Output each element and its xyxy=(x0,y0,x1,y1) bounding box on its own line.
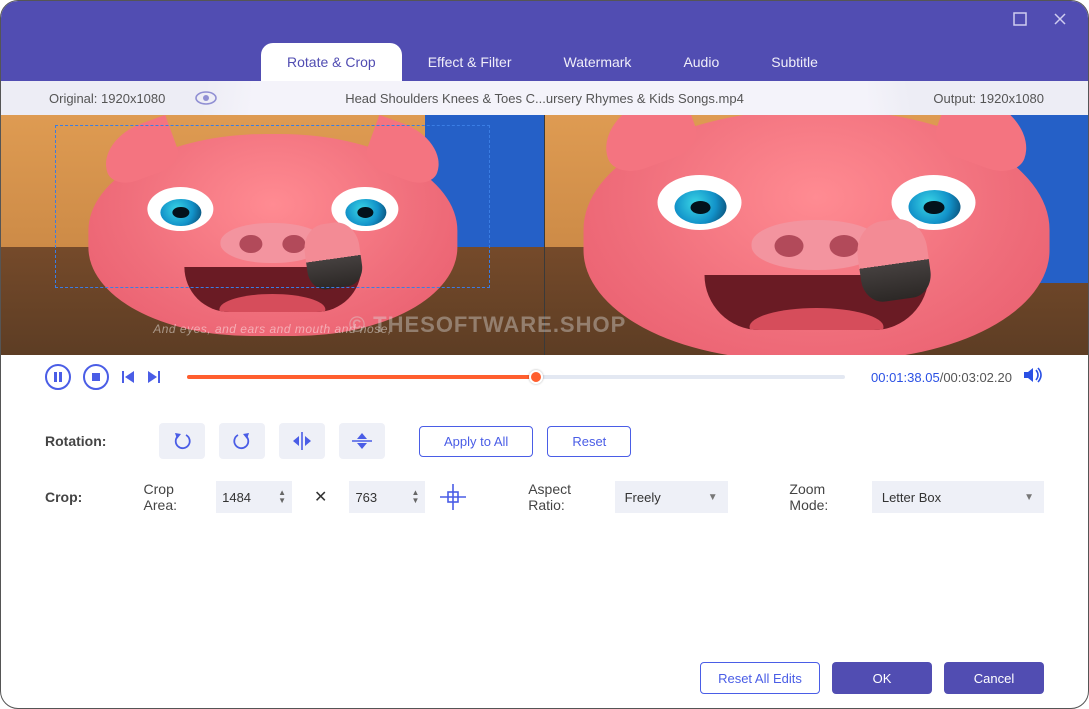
info-output: Output: 1920x1080 xyxy=(868,81,1088,115)
crop-height-field[interactable] xyxy=(349,481,409,513)
crop-row: Crop: Crop Area: ▲▼ ✕ ▲▼ Aspect Ratio: F… xyxy=(45,481,1044,513)
crop-width-input[interactable]: ▲▼ xyxy=(216,481,292,513)
pause-button[interactable] xyxy=(45,364,71,390)
timeline-slider[interactable] xyxy=(187,375,845,379)
tab-watermark[interactable]: Watermark xyxy=(538,43,658,81)
reset-rotation-button[interactable]: Reset xyxy=(547,426,631,457)
output-preview[interactable] xyxy=(545,115,1088,355)
video-editor-dialog: Rotate & Crop Effect & Filter Watermark … xyxy=(0,0,1089,709)
time-display: 00:01:38.05/00:03:02.20 xyxy=(871,370,1012,385)
rotate-right-button[interactable] xyxy=(219,423,265,459)
prev-frame-button[interactable] xyxy=(121,370,135,384)
tab-subtitle[interactable]: Subtitle xyxy=(745,43,844,81)
minimize-button[interactable] xyxy=(1012,11,1028,27)
ok-button[interactable]: OK xyxy=(832,662,932,694)
output-size-label: Output: 1920x1080 xyxy=(933,91,1044,106)
rotation-label: Rotation: xyxy=(45,433,145,449)
times-icon: ✕ xyxy=(314,487,327,507)
zoom-mode-select[interactable]: Letter Box ▼ xyxy=(872,481,1044,513)
preview-area: And eyes, and ears and mouth and nose, ©… xyxy=(1,115,1088,355)
tabs: Rotate & Crop Effect & Filter Watermark … xyxy=(1,37,1088,81)
zoom-mode-value: Letter Box xyxy=(882,490,941,505)
crop-area-label: Crop Area: xyxy=(144,481,201,513)
chevron-down-icon: ▼ xyxy=(1024,492,1034,503)
info-bar: Original: 1920x1080 Head Shoulders Knees… xyxy=(1,81,1088,115)
preview-compare-icon[interactable] xyxy=(195,91,217,105)
tab-audio[interactable]: Audio xyxy=(657,43,745,81)
reset-all-edits-button[interactable]: Reset All Edits xyxy=(700,662,820,694)
tab-effect-filter[interactable]: Effect & Filter xyxy=(402,43,538,81)
width-down[interactable]: ▼ xyxy=(278,497,286,505)
rotate-left-button[interactable] xyxy=(159,423,205,459)
crop-label: Crop: xyxy=(45,489,130,505)
rotation-row: Rotation: Apply to All Reset xyxy=(45,423,1044,459)
volume-button[interactable] xyxy=(1024,367,1044,387)
filename-label: Head Shoulders Knees & Toes C...ursery R… xyxy=(345,91,744,106)
timeline-thumb[interactable] xyxy=(529,370,543,384)
options-panel: Rotation: Apply to All Reset Crop: Crop … xyxy=(1,399,1088,559)
original-size-label: Original: 1920x1080 xyxy=(49,91,165,106)
playback-controls: 00:01:38.05/00:03:02.20 xyxy=(1,355,1088,399)
aspect-ratio-select[interactable]: Freely ▼ xyxy=(615,481,728,513)
info-original: Original: 1920x1080 xyxy=(1,81,251,115)
tab-rotate-crop[interactable]: Rotate & Crop xyxy=(261,43,402,81)
time-current: 00:01:38.05 xyxy=(871,370,940,385)
chevron-down-icon: ▼ xyxy=(708,492,718,503)
flip-horizontal-button[interactable] xyxy=(279,423,325,459)
aspect-ratio-value: Freely xyxy=(625,490,661,505)
center-crop-button[interactable] xyxy=(439,481,466,513)
zoom-mode-label: Zoom Mode: xyxy=(789,481,855,513)
original-preview[interactable]: And eyes, and ears and mouth and nose, xyxy=(1,115,545,355)
dialog-footer: Reset All Edits OK Cancel xyxy=(1,648,1088,708)
time-total: 00:03:02.20 xyxy=(943,370,1012,385)
crop-height-input[interactable]: ▲▼ xyxy=(349,481,425,513)
apply-to-all-button[interactable]: Apply to All xyxy=(419,426,533,457)
close-button[interactable] xyxy=(1052,11,1068,27)
crop-selection-box[interactable] xyxy=(55,125,489,288)
titlebar xyxy=(1,1,1088,37)
cancel-button[interactable]: Cancel xyxy=(944,662,1044,694)
next-frame-button[interactable] xyxy=(147,370,161,384)
aspect-ratio-label: Aspect Ratio: xyxy=(528,481,598,513)
flip-vertical-button[interactable] xyxy=(339,423,385,459)
crop-width-field[interactable] xyxy=(216,481,276,513)
stop-button[interactable] xyxy=(83,364,109,390)
subtitle-text: And eyes, and ears and mouth and nose, xyxy=(153,322,392,336)
height-down[interactable]: ▼ xyxy=(411,497,419,505)
